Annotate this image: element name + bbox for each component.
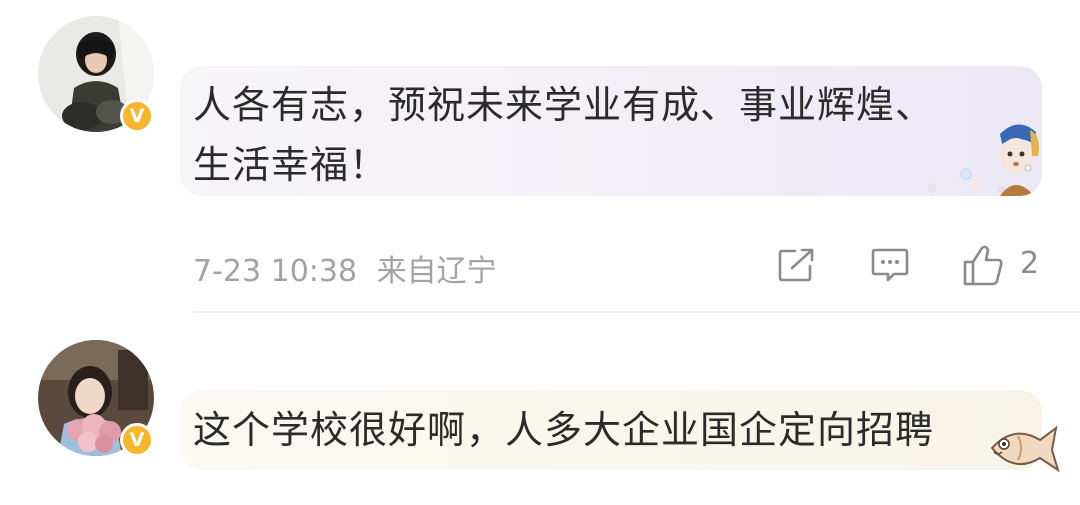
like-count: 2 [1020,246,1040,281]
timestamp: 7-23 10:38 [193,254,358,289]
comment-text-line: 人各有志，预祝未来学业有成、事业辉煌、 [193,83,935,127]
comment-meta: 7-23 10:38 来自辽宁 [193,246,497,290]
fish-sticker [990,425,1060,473]
comment-icon[interactable] [870,248,910,284]
divider [193,311,1080,313]
share-icon[interactable] [778,248,816,282]
verified-badge: V [120,423,154,457]
location: 来自辽宁 [376,254,497,289]
comment-text-line: 生活幸福！ [193,143,389,187]
comment-text-line: 这个学校很好啊，人多大企业国企定向招聘 [193,408,935,452]
verified-badge: V [120,99,154,133]
like-icon[interactable] [962,244,1004,286]
